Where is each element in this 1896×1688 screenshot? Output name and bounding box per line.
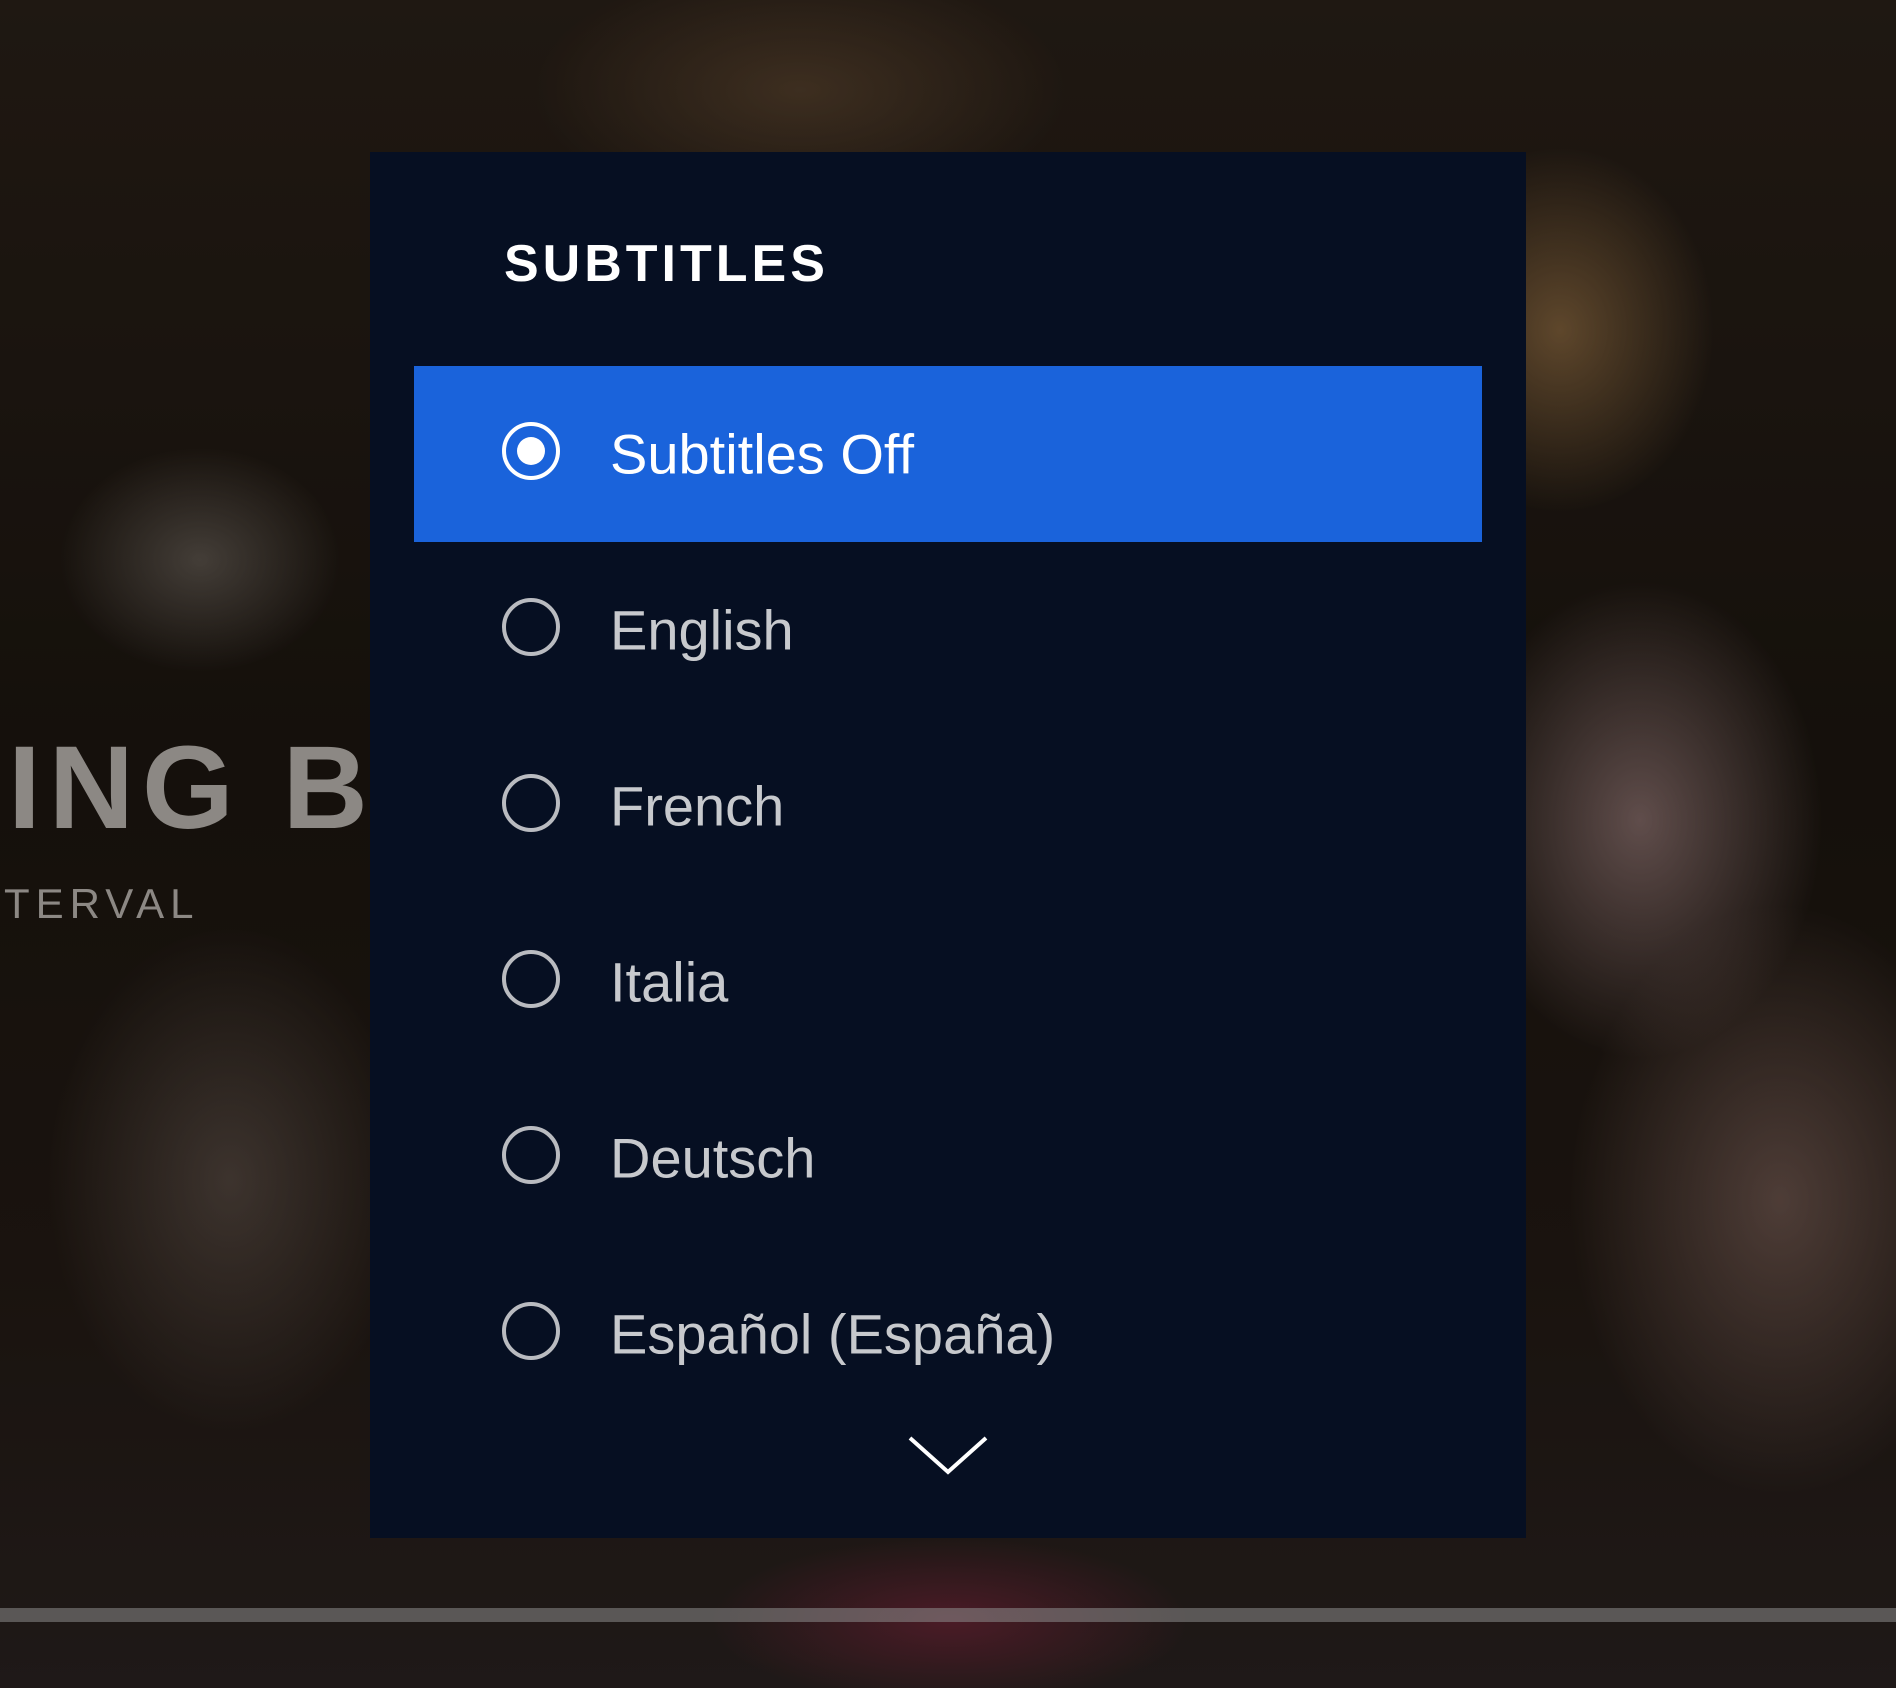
radio-unselected-icon [502,598,560,656]
subtitle-option-espanol[interactable]: Español (España) [414,1246,1482,1422]
option-label: English [610,598,794,662]
subtitle-option-french[interactable]: French [414,718,1482,894]
option-label: Deutsch [610,1126,816,1190]
video-title-text: ING B [8,722,376,854]
playback-progress-bar[interactable] [0,1608,1896,1622]
subtitle-option-english[interactable]: English [414,542,1482,718]
option-label: French [610,774,785,838]
subtitle-option-italia[interactable]: Italia [414,894,1482,1070]
option-label: Subtitles Off [610,422,915,486]
subtitles-panel: SUBTITLES Subtitles Off English French I… [370,152,1526,1538]
radio-unselected-icon [502,950,560,1008]
radio-unselected-icon [502,1302,560,1360]
option-label: Español (España) [610,1302,1056,1366]
subtitle-option-deutsch[interactable]: Deutsch [414,1070,1482,1246]
video-subtitle-text: TERVAL [4,880,200,927]
radio-unselected-icon [502,1126,560,1184]
subtitle-option-off[interactable]: Subtitles Off [414,366,1482,542]
option-label: Italia [610,950,729,1014]
panel-title: SUBTITLES [504,235,829,293]
radio-unselected-icon [502,774,560,832]
chevron-down-icon[interactable] [906,1432,990,1478]
radio-selected-icon [502,422,560,480]
